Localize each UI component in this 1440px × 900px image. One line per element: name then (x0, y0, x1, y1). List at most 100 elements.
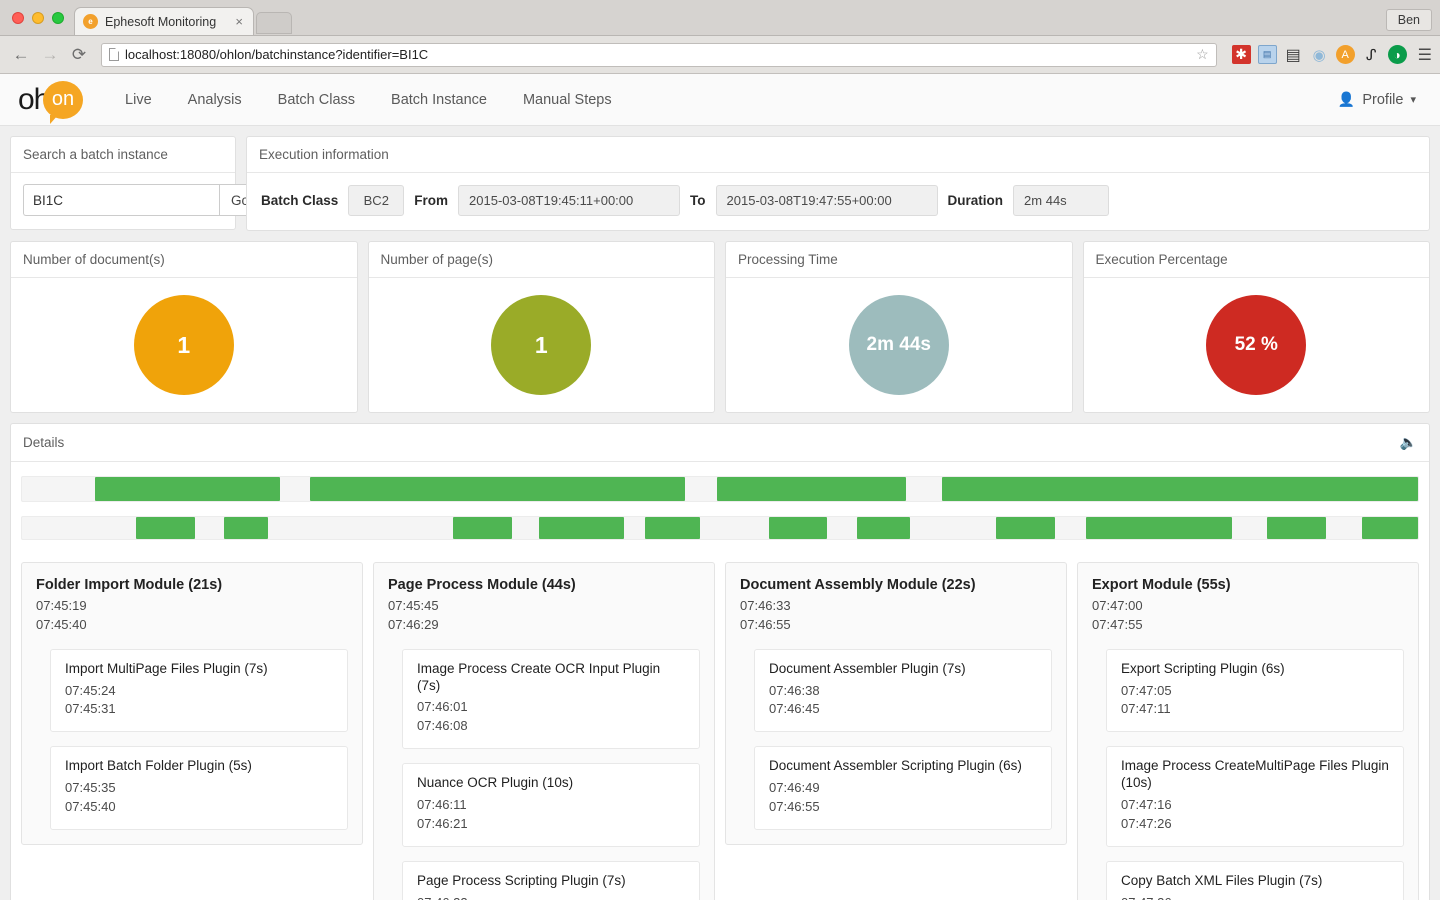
adblock-extension-icon[interactable]: A (1336, 45, 1355, 64)
plugin-start-time: 07:46:11 (417, 796, 687, 815)
url-text: localhost:18080/ohlon/batchinstance?iden… (125, 47, 1190, 62)
plugin-title: Nuance OCR Plugin (10s) (417, 775, 687, 792)
module-title: Export Module (55s) (1092, 577, 1404, 593)
nav-item-live[interactable]: Live (107, 74, 170, 126)
plugin-start-time: 07:46:38 (769, 682, 1039, 701)
nav-item-batch-instance[interactable]: Batch Instance (373, 74, 505, 126)
module-card[interactable]: Document Assembly Module (22s)07:46:3307… (725, 562, 1067, 845)
close-icon[interactable]: × (233, 14, 245, 29)
browser-profile-button[interactable]: Ben (1386, 9, 1432, 31)
module-title: Document Assembly Module (22s) (740, 577, 1052, 593)
plugin-title: Document Assembler Plugin (7s) (769, 661, 1039, 678)
batch-class-label: Batch Class (261, 193, 338, 208)
logo-bubble-text: on (52, 88, 74, 111)
forward-icon[interactable]: → (37, 42, 63, 68)
application-viewport: ohl on Live Analysis Batch Class Batch I… (0, 74, 1440, 900)
back-icon[interactable]: ← (8, 42, 34, 68)
minimize-window-button[interactable] (32, 12, 44, 24)
tab-title: Ephesoft Monitoring (105, 15, 226, 29)
stat-card: Execution Percentage52 % (1083, 241, 1431, 413)
details-panel: Details 🔈 Folder Import Module (21s)07:4… (10, 423, 1430, 900)
module-card[interactable]: Folder Import Module (21s)07:45:1907:45:… (21, 562, 363, 845)
to-label: To (690, 193, 706, 208)
module-card[interactable]: Export Module (55s)07:47:0007:47:55Expor… (1077, 562, 1419, 900)
timeline-segment[interactable] (996, 517, 1055, 539)
timeline-segment[interactable] (224, 517, 267, 539)
timeline-segment[interactable] (942, 477, 1418, 501)
page-document-icon (109, 48, 119, 61)
plugin-card[interactable]: Image Process Create OCR Input Plugin (7… (402, 649, 700, 749)
profile-menu[interactable]: 👤 Profile ▾ (1338, 91, 1422, 108)
timeline-segment[interactable] (453, 517, 512, 539)
plugin-card[interactable]: Import MultiPage Files Plugin (7s)07:45:… (50, 649, 348, 733)
pocket-extension-icon[interactable]: ◑ (1388, 45, 1407, 64)
stat-card-title: Number of page(s) (369, 242, 715, 278)
favicon-icon: e (83, 14, 98, 29)
new-tab-button[interactable] (256, 12, 292, 34)
timeline-segment[interactable] (857, 517, 910, 539)
app-logo[interactable]: ohl on (18, 81, 83, 119)
plugin-card[interactable]: Export Scripting Plugin (6s)07:47:0507:4… (1106, 649, 1404, 733)
eye-slash-icon[interactable]: 🔈 (1400, 434, 1417, 451)
stat-card-title: Number of document(s) (11, 242, 357, 278)
timeline-segment[interactable] (645, 517, 701, 539)
module-card[interactable]: Page Process Module (44s)07:45:4507:46:2… (373, 562, 715, 900)
address-bar[interactable]: localhost:18080/ohlon/batchinstance?iden… (101, 43, 1217, 67)
stat-card-body: 1 (369, 278, 715, 412)
timeline-segment[interactable] (1086, 517, 1233, 539)
layers-extension-icon[interactable]: ▤ (1284, 45, 1303, 64)
plugin-end-time: 07:47:26 (1121, 815, 1391, 834)
browser-menu-icon[interactable]: ☰ (1414, 45, 1432, 65)
search-input[interactable] (23, 184, 219, 216)
plugin-timeline-track[interactable] (21, 516, 1419, 540)
timeline-segment[interactable] (717, 477, 905, 501)
window-traffic-lights (0, 12, 74, 35)
timeline-segment[interactable] (769, 517, 828, 539)
timeline-segment[interactable] (136, 517, 195, 539)
nav-item-manual-steps[interactable]: Manual Steps (505, 74, 630, 126)
chevron-down-icon: ▾ (1410, 93, 1416, 106)
plugin-title: Import Batch Folder Plugin (5s) (65, 758, 335, 775)
timeline-segment[interactable] (539, 517, 624, 539)
nav-item-analysis[interactable]: Analysis (170, 74, 260, 126)
module-timeline-track[interactable] (21, 476, 1419, 502)
maximize-window-button[interactable] (52, 12, 64, 24)
swan-extension-icon[interactable]: ᔑ (1362, 45, 1381, 64)
camera-extension-icon[interactable]: ◉ (1310, 45, 1329, 64)
timeline-segment[interactable] (1267, 517, 1326, 539)
stat-card: Number of document(s)1 (10, 241, 358, 413)
plugin-title: Page Process Scripting Plugin (7s) (417, 873, 687, 890)
plugin-card[interactable]: Import Batch Folder Plugin (5s)07:45:350… (50, 746, 348, 830)
reload-icon[interactable]: ⟳ (66, 42, 92, 68)
plugin-start-time: 07:47:05 (1121, 682, 1391, 701)
plugin-card[interactable]: Copy Batch XML Files Plugin (7s)07:47:26… (1106, 861, 1404, 900)
profile-label: Profile (1362, 92, 1403, 108)
plugin-start-time: 07:47:26 (1121, 894, 1391, 900)
plugin-start-time: 07:46:22 (417, 894, 687, 900)
nav-item-batch-class[interactable]: Batch Class (260, 74, 373, 126)
stat-bubble: 52 % (1206, 295, 1306, 395)
bookmark-star-icon[interactable]: ☆ (1196, 46, 1209, 63)
plugin-card[interactable]: Document Assembler Scripting Plugin (6s)… (754, 746, 1052, 830)
module-end-time: 07:46:55 (740, 616, 1052, 635)
browser-tab[interactable]: e Ephesoft Monitoring × (74, 7, 254, 35)
timeline-segment[interactable] (95, 477, 281, 501)
puzzle-extension-icon[interactable] (1232, 45, 1251, 64)
search-panel-body: Go! (11, 173, 235, 229)
from-value: 2015-03-08T19:45:11+00:00 (458, 185, 680, 216)
app-navbar: ohl on Live Analysis Batch Class Batch I… (0, 74, 1440, 126)
plugin-card[interactable]: Document Assembler Plugin (7s)07:46:3807… (754, 649, 1052, 733)
plugin-title: Import MultiPage Files Plugin (7s) (65, 661, 335, 678)
main-nav: Live Analysis Batch Class Batch Instance… (107, 74, 630, 126)
window-extension-icon[interactable]: ▤ (1258, 45, 1277, 64)
module-title: Folder Import Module (21s) (36, 577, 348, 593)
plugin-card[interactable]: Page Process Scripting Plugin (7s) 07:46:… (402, 861, 700, 900)
plugin-card[interactable]: Image Process CreateMultiPage Files Plug… (1106, 746, 1404, 846)
timeline-segment[interactable] (310, 477, 686, 501)
stat-card-body: 1 (11, 278, 357, 412)
plugin-end-time: 07:45:40 (65, 798, 335, 817)
plugin-card[interactable]: Nuance OCR Plugin (10s)07:46:1107:46:21 (402, 763, 700, 847)
module-end-time: 07:45:40 (36, 616, 348, 635)
close-window-button[interactable] (12, 12, 24, 24)
timeline-segment[interactable] (1362, 517, 1418, 539)
